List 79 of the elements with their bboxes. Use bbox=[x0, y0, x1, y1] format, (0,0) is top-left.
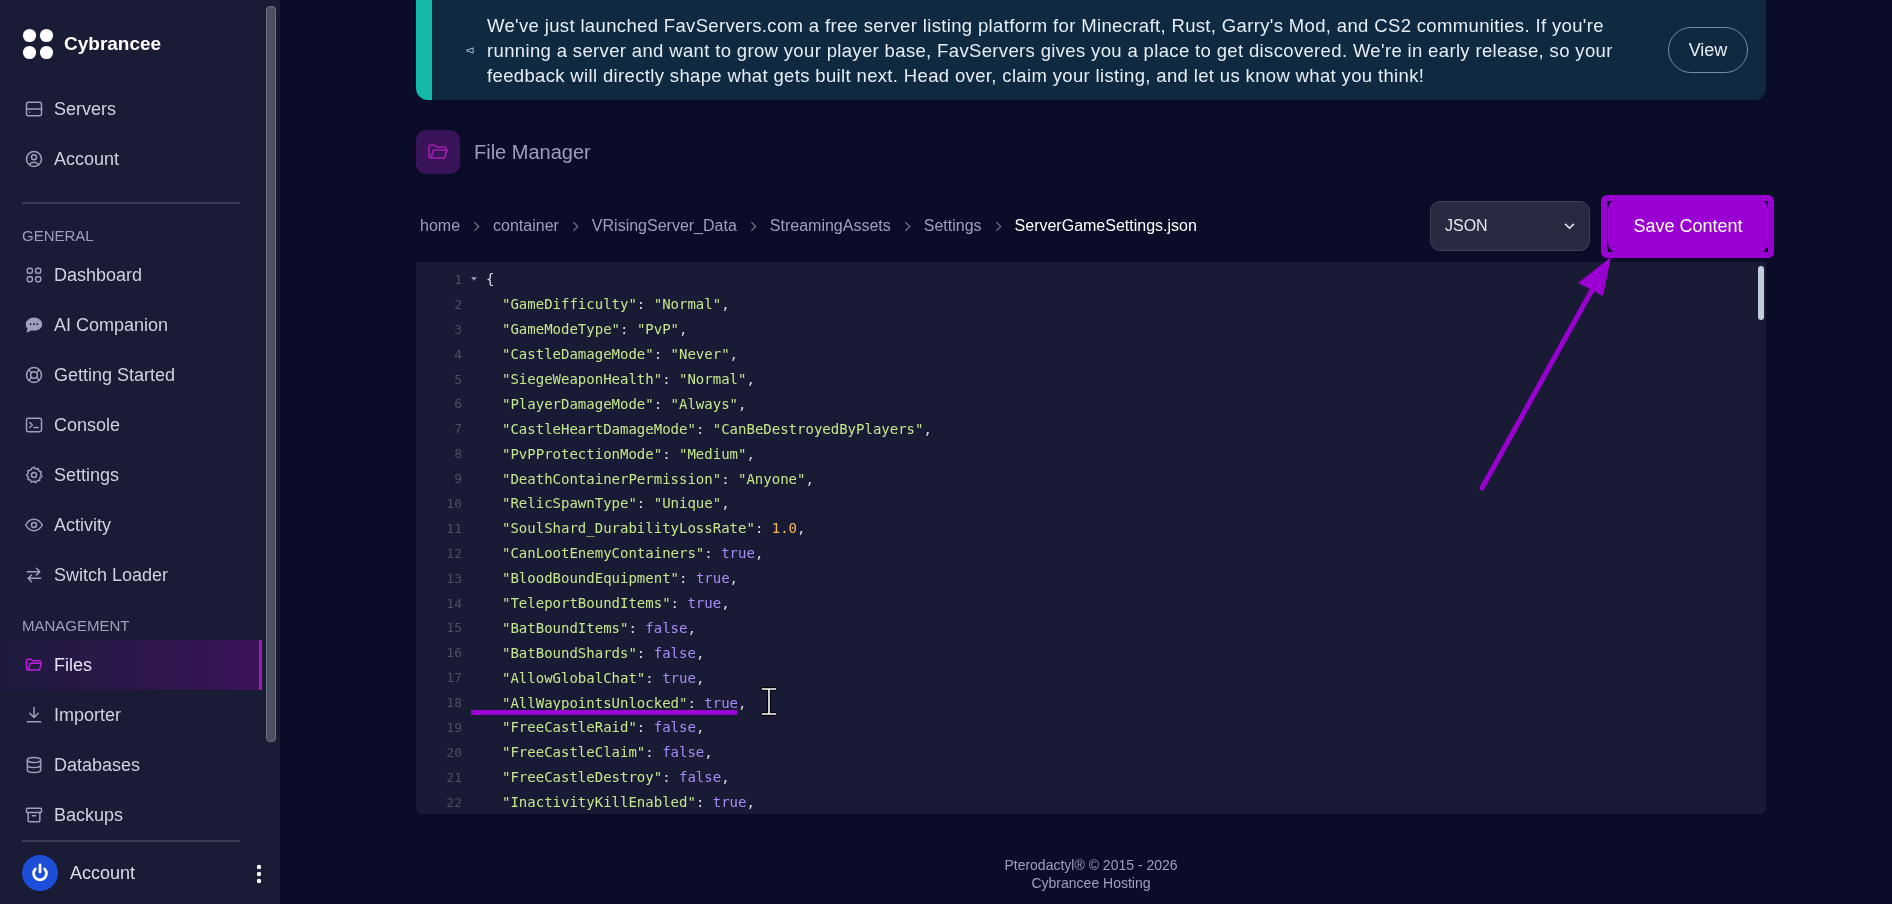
breadcrumb-link[interactable]: StreamingAssets bbox=[769, 217, 891, 235]
nav-item[interactable]: Servers bbox=[0, 84, 238, 134]
page-title: File Manager bbox=[474, 140, 591, 164]
code-line: "FreeCastleClaim": false, bbox=[501, 744, 713, 761]
text-cursor-icon bbox=[760, 687, 778, 716]
code-line: "PvPProtectionMode": "Medium", bbox=[501, 445, 755, 462]
chevron-down-icon bbox=[1564, 222, 1575, 230]
code-line: "DeathContainerPermission": "Anyone", bbox=[501, 470, 814, 487]
more-options-icon[interactable] bbox=[256, 864, 262, 884]
nav-item[interactable]: Switch Loader bbox=[0, 550, 238, 600]
code-line: "BatBoundShards": false, bbox=[501, 644, 705, 661]
breadcrumb-link[interactable]: home bbox=[420, 217, 461, 235]
code-line: "AllWaypointsUnlocked": true, bbox=[501, 694, 747, 711]
archive-icon bbox=[24, 805, 44, 825]
database-icon bbox=[24, 755, 44, 775]
breadcrumb-link[interactable]: ServerGameSettings.json bbox=[1014, 217, 1197, 235]
code-line: { bbox=[486, 271, 495, 288]
scrollbar[interactable] bbox=[266, 6, 276, 742]
code-line: "TeleportBoundItems": true, bbox=[501, 595, 730, 611]
nav-item[interactable]: Databases bbox=[0, 740, 238, 790]
nav-item[interactable]: Console bbox=[0, 400, 238, 450]
nav-item[interactable]: Files bbox=[0, 640, 262, 690]
terminal-icon bbox=[24, 415, 44, 435]
announcement-text: We've just launched FavServers.com a free server listing platform for Minecraft, Rust, Garry's Mod, and CS2 communities. If you're running a server and want to grow your player base, FavServers gives you a place to get discovered. We're in early release, so your feedback will directly shape what gets built next. Head over, claim your listing, and let us know what you think! bbox=[487, 13, 1614, 88]
code-line: "CastleHeartDamageMode": "CanBeDestroyedByPlayers", bbox=[501, 420, 932, 437]
brand-name: Cybrancee bbox=[64, 33, 162, 55]
code-line: "BloodBoundEquipment": true, bbox=[501, 570, 739, 587]
nav-item[interactable]: AI Companion bbox=[0, 300, 238, 350]
chevron-right-icon bbox=[749, 220, 757, 232]
code-line: "SiegeWeaponHealth": "Normal", bbox=[501, 371, 755, 387]
fold-caret-icon[interactable] bbox=[471, 276, 477, 282]
nav-item[interactable]: Settings bbox=[0, 450, 238, 500]
code-line: "GameModeType": "PvP", bbox=[501, 321, 688, 338]
code-line: "SoulShard_DurabilityLossRate": 1.0, bbox=[501, 520, 806, 537]
breadcrumb-link[interactable]: Settings bbox=[923, 217, 982, 235]
code-line: "FreeCastleDestroy": false, bbox=[501, 769, 730, 786]
logo-icon bbox=[22, 28, 54, 60]
user-icon bbox=[24, 149, 44, 169]
code-line: "FreeCastleRaid": false, bbox=[501, 719, 705, 736]
download-icon bbox=[24, 705, 44, 725]
code-line: "AllowGlobalChat": true, bbox=[501, 669, 705, 686]
hosting-text: Cybrancee Hosting bbox=[1031, 874, 1151, 892]
settings-icon bbox=[24, 465, 44, 485]
section-heading: GENERAL bbox=[22, 226, 95, 246]
code-line: "GameDifficulty": "Normal", bbox=[501, 296, 730, 313]
save-button[interactable]: Save Content bbox=[1608, 199, 1768, 253]
nav-item[interactable]: Dashboard bbox=[0, 250, 238, 300]
code-line: "BatBoundItems": false, bbox=[501, 619, 696, 636]
folder-icon bbox=[416, 130, 460, 174]
breadcrumb-link[interactable]: VRisingServer_Data bbox=[591, 217, 737, 235]
grid-icon bbox=[24, 265, 44, 285]
code-line: "CanLootEnemyContainers": true, bbox=[501, 545, 764, 562]
code-line: "PlayerDamageMode": "Always", bbox=[501, 395, 747, 412]
megaphone-icon bbox=[466, 46, 475, 54]
server-icon bbox=[24, 99, 44, 119]
nav-item[interactable]: Backups bbox=[0, 790, 238, 840]
nav-item[interactable]: Activity bbox=[0, 500, 238, 550]
avatar-icon bbox=[22, 855, 58, 891]
account-name[interactable]: Account bbox=[70, 862, 136, 884]
code-line: "RelicSpawnType": "Unique", bbox=[501, 495, 730, 512]
scrollbar[interactable] bbox=[1758, 266, 1764, 320]
section-heading: MANAGEMENT bbox=[22, 616, 131, 636]
chevron-right-icon bbox=[473, 220, 481, 232]
chat-bubble-icon bbox=[24, 315, 44, 335]
nav-item[interactable]: Getting Started bbox=[0, 350, 238, 400]
copyright-text: Pterodactyl® © 2015 - 2026 bbox=[1004, 856, 1178, 874]
breadcrumb-link[interactable]: container bbox=[493, 217, 559, 235]
chevron-right-icon bbox=[571, 220, 579, 232]
nav-item[interactable]: Account bbox=[0, 134, 238, 184]
nav-item[interactable]: Importer bbox=[0, 690, 238, 740]
swap-arrows-icon bbox=[24, 565, 44, 585]
eye-icon bbox=[24, 515, 44, 535]
language-select[interactable]: JSON bbox=[1430, 201, 1590, 251]
lifebuoy-icon bbox=[24, 365, 44, 385]
code-line: "CastleDamageMode": "Never", bbox=[501, 346, 739, 363]
chevron-right-icon bbox=[903, 220, 911, 232]
chevron-right-icon bbox=[994, 220, 1002, 232]
code-line: "InactivityKillEnabled": true, bbox=[501, 794, 755, 811]
code-editor[interactable] bbox=[416, 262, 1766, 814]
